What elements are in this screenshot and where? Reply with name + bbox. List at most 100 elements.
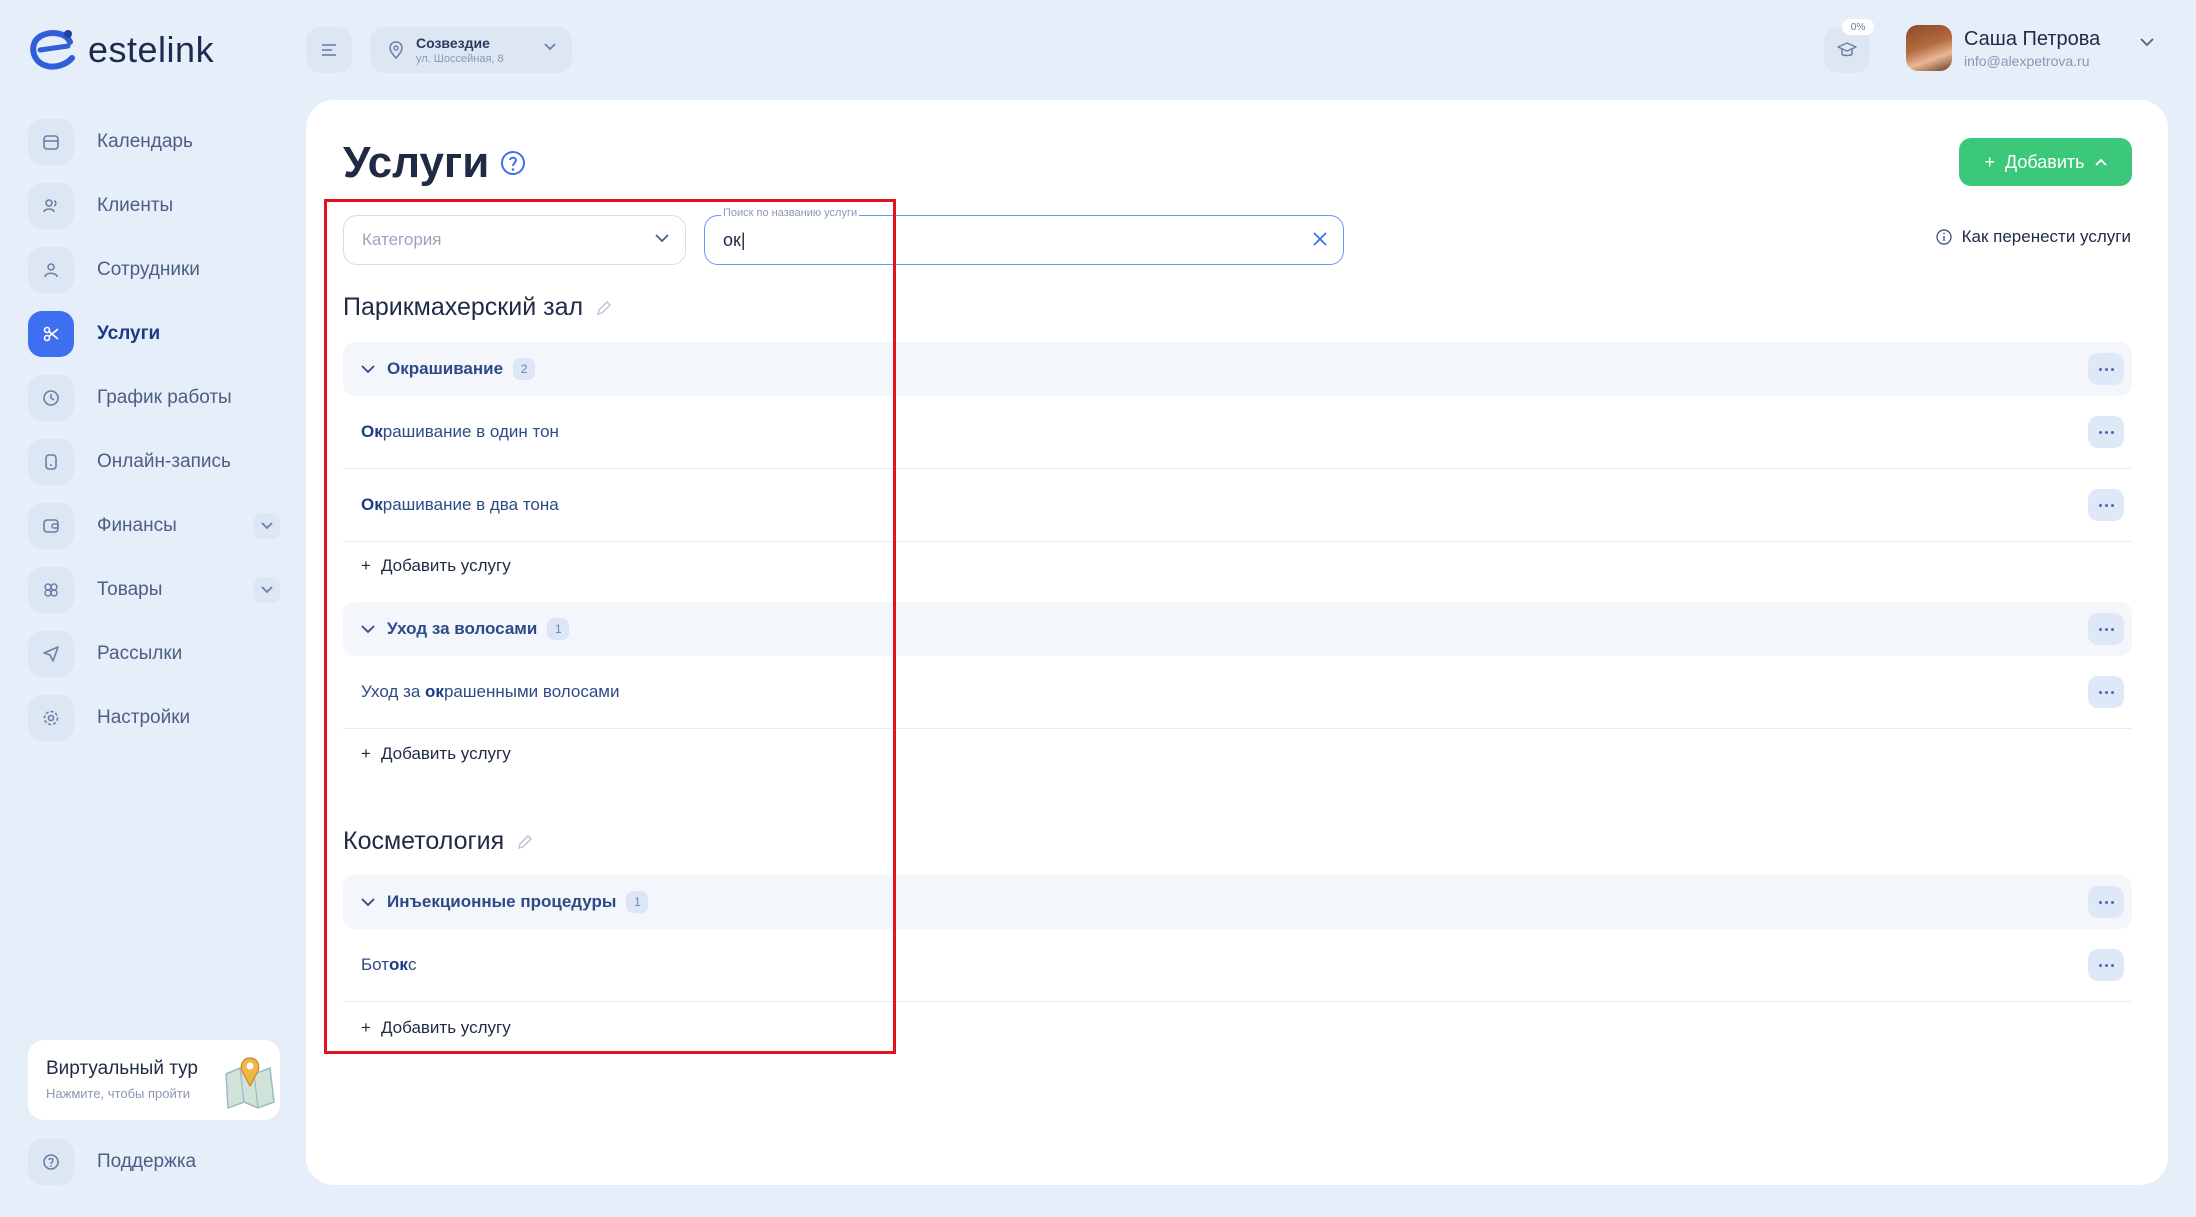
virtual-tour-card[interactable]: Виртуальный тур Нажмите, чтобы пройти: [28, 1040, 280, 1120]
nav-item-products[interactable]: Товары: [28, 558, 280, 622]
group-name: Уход за волосами: [387, 619, 538, 638]
search-label: Поиск по названию услуги: [721, 207, 860, 219]
group-row[interactable]: Окрашивание 2: [343, 342, 2132, 396]
branch-selector[interactable]: Созвездие ул. Шоссейная, 8: [370, 27, 572, 73]
service-name: Уход за окрашенными волосами: [361, 682, 620, 701]
add-service-label: Добавить услугу: [380, 1018, 511, 1037]
page-title: Услуги: [343, 138, 490, 187]
logo-mark-icon: [30, 30, 75, 70]
branch-address: ул. Шоссейная, 8: [416, 53, 504, 65]
nav-item-schedule[interactable]: График работы: [28, 366, 280, 430]
plus-icon: +: [361, 744, 371, 763]
employee-icon: [28, 247, 74, 293]
more-icon[interactable]: [2088, 949, 2124, 981]
gear-icon: [28, 695, 74, 741]
nav-label: Онлайн-запись: [97, 451, 231, 472]
search-match: ок: [425, 682, 444, 701]
nav-item-mailings[interactable]: Рассылки: [28, 622, 280, 686]
app-logo[interactable]: estelink: [28, 28, 214, 72]
chevron-down-icon[interactable]: [254, 513, 280, 539]
category-select[interactable]: Категория: [343, 215, 686, 265]
nav-label: Товары: [97, 579, 163, 600]
nav-item-settings[interactable]: Настройки: [28, 686, 280, 750]
more-icon[interactable]: [2088, 489, 2124, 521]
search-input[interactable]: Поиск по названию услуги ок: [704, 207, 1344, 265]
help-circle-icon[interactable]: [500, 150, 526, 176]
nav-label: Рассылки: [97, 643, 183, 664]
nav-label: График работы: [97, 387, 232, 408]
more-icon[interactable]: [2088, 416, 2124, 448]
phone-icon: [28, 439, 74, 485]
service-name: Окрашивание в два тона: [361, 495, 559, 514]
more-icon[interactable]: [2088, 613, 2124, 645]
chevron-down-icon: [544, 43, 556, 51]
add-service-button[interactable]: + Добавить услугу: [343, 734, 643, 774]
pencil-icon[interactable]: [595, 299, 613, 317]
nav-item-online-booking[interactable]: Онлайн-запись: [28, 430, 280, 494]
nav-item-employees[interactable]: Сотрудники: [28, 238, 280, 302]
search-match: Ок: [361, 495, 383, 514]
nav-label: Поддержка: [97, 1151, 197, 1172]
category-placeholder: Категория: [362, 230, 442, 249]
add-button-label: Добавить: [2004, 151, 2085, 172]
nav-label: Календарь: [97, 131, 193, 152]
location-pin-icon: [389, 41, 403, 59]
how-to-transfer-link[interactable]: Как перенести услуги: [1935, 227, 2131, 247]
wallet-icon: [28, 503, 74, 549]
menu-toggle-button[interactable]: [306, 27, 352, 73]
user-name: Саша Петрова: [1964, 27, 2101, 50]
chevron-up-icon: [2094, 158, 2107, 166]
map-pin-icon: [225, 1057, 275, 1110]
nav-item-calendar[interactable]: Календарь: [28, 110, 280, 174]
products-icon: [28, 567, 74, 613]
chevron-down-icon[interactable]: [2140, 38, 2154, 47]
pencil-icon[interactable]: [516, 833, 534, 851]
plus-icon: +: [361, 556, 371, 575]
service-row[interactable]: Ботокс: [343, 929, 2132, 1002]
nav-item-services[interactable]: Услуги: [28, 302, 280, 366]
nav-label: Финансы: [97, 515, 177, 536]
add-service-label: Добавить услугу: [380, 556, 511, 575]
group-count-badge: 2: [513, 358, 536, 380]
user-email: info@alexpetrova.ru: [1964, 52, 2090, 69]
more-icon[interactable]: [2088, 353, 2124, 385]
group-count-badge: 1: [547, 618, 570, 640]
search-match: Ок: [361, 422, 383, 441]
chevron-down-icon[interactable]: [361, 624, 375, 634]
scissors-icon: [28, 311, 74, 357]
plus-icon: +: [361, 1018, 371, 1037]
menu-icon: [322, 44, 336, 56]
branch-name: Созвездие: [416, 35, 490, 51]
how-to-label: Как перенести услуги: [1961, 227, 2131, 246]
group-count-badge: 1: [626, 891, 649, 913]
more-icon[interactable]: [2088, 886, 2124, 918]
user-menu[interactable]: Саша Петрова info@alexpetrova.ru: [1906, 25, 2100, 71]
calendar-icon: [28, 119, 74, 165]
nav-item-finances[interactable]: Финансы: [28, 494, 280, 558]
service-row[interactable]: Уход за окрашенными волосами: [343, 656, 2132, 729]
graduation-cap-icon: [1837, 42, 1857, 57]
section-name: Косметология: [343, 827, 505, 855]
chevron-down-icon[interactable]: [361, 897, 375, 907]
group-row[interactable]: Уход за волосами 1: [343, 602, 2132, 656]
info-icon: [1935, 229, 1952, 245]
chevron-down-icon[interactable]: [361, 364, 375, 374]
nav-label: Сотрудники: [97, 259, 200, 280]
add-service-button[interactable]: + Добавить услугу: [343, 1008, 643, 1048]
brand-name: estelink: [88, 29, 215, 70]
more-icon[interactable]: [2088, 676, 2124, 708]
service-name: Ботокс: [361, 955, 417, 974]
nav-item-support[interactable]: Поддержка: [28, 1130, 196, 1194]
close-icon[interactable]: [1313, 232, 1327, 246]
search-match: ок: [389, 955, 408, 974]
sidebar-nav: Календарь Клиенты Сотрудники Услуги Граф…: [28, 110, 280, 750]
chevron-down-icon[interactable]: [254, 577, 280, 603]
add-service-button[interactable]: + Добавить услугу: [343, 546, 643, 586]
group-row[interactable]: Инъекционные процедуры 1: [343, 875, 2132, 929]
service-name: Окрашивание в один тон: [361, 422, 559, 441]
add-button[interactable]: + Добавить: [1959, 138, 2132, 186]
service-row[interactable]: Окрашивание в два тона: [343, 469, 2132, 542]
nav-item-clients[interactable]: Клиенты: [28, 174, 280, 238]
section-title: Парикмахерский зал: [343, 293, 613, 322]
service-row[interactable]: Окрашивание в один тон: [343, 396, 2132, 469]
